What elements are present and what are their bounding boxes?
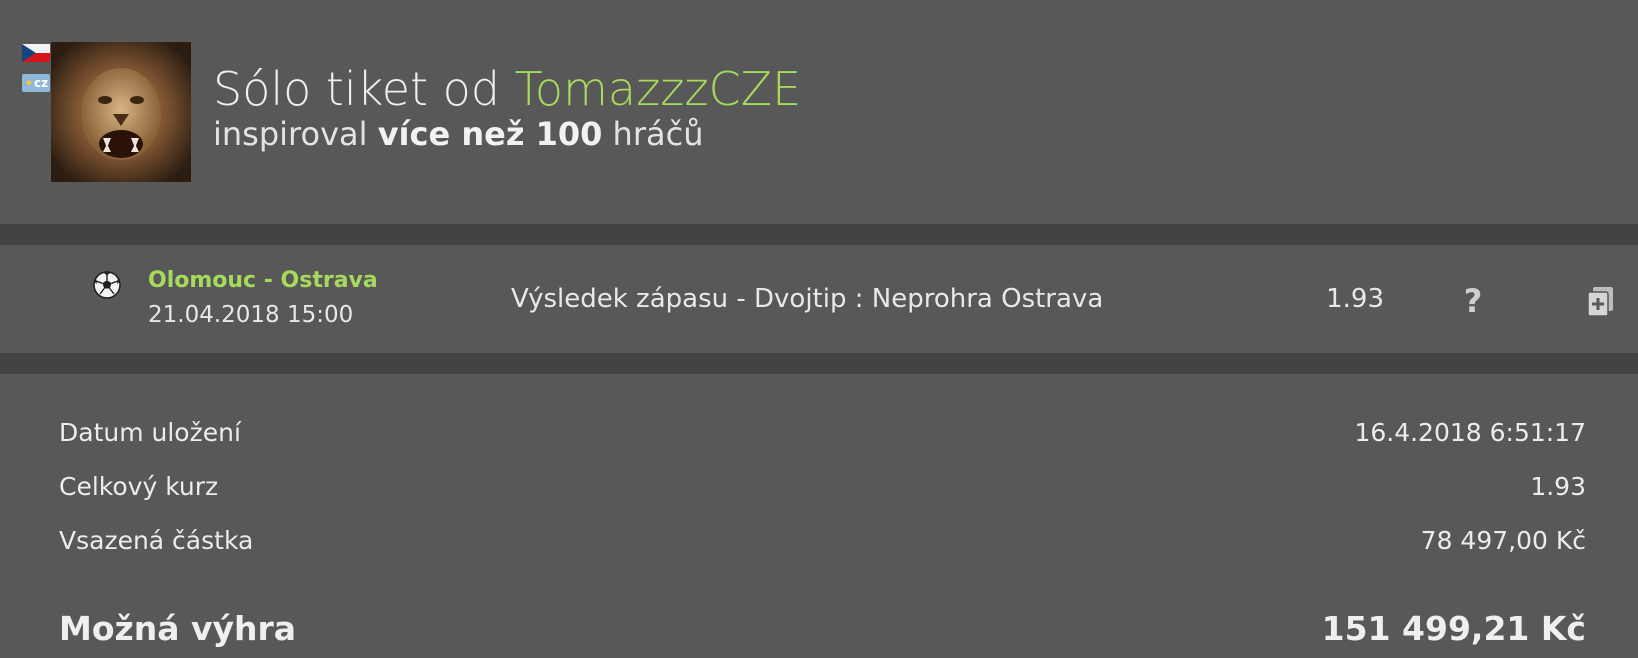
match-datetime: 21.04.2018 15:00	[148, 302, 354, 328]
country-badge: ✦cz	[22, 74, 50, 92]
total-odds-label: Celkový kurz	[59, 472, 219, 501]
ticket-header: ✦cz Sólo tiket od TomazzzCZE inspiroval …	[0, 0, 1638, 224]
help-icon[interactable]: ?	[1458, 283, 1488, 319]
inspired-count: inspiroval více než 100 hráčů	[213, 115, 704, 153]
czech-flag-icon	[22, 44, 50, 62]
ticket-title: Sólo tiket od TomazzzCZE	[213, 58, 801, 120]
saved-date-label: Datum uložení	[59, 418, 241, 447]
total-odds-value: 1.93	[1530, 472, 1586, 501]
possible-win-value: 151 499,21 Kč	[1321, 609, 1586, 648]
bet-description: Výsledek zápasu - Dvojtip : Neprohra Ost…	[511, 284, 1104, 314]
soccer-ball-icon	[93, 271, 121, 299]
match-name[interactable]: Olomouc - Ostrava	[148, 268, 378, 293]
possible-win-label: Možná výhra	[59, 609, 297, 648]
stake-label: Vsazená částka	[59, 526, 254, 555]
saved-date-value: 16.4.2018 6:51:17	[1354, 418, 1586, 447]
stake-value: 78 497,00 Kč	[1420, 526, 1586, 555]
section-divider	[0, 224, 1638, 245]
copy-ticket-icon[interactable]	[1586, 286, 1616, 318]
lion-avatar-image	[51, 42, 191, 182]
avatar[interactable]	[51, 42, 191, 182]
bet-odds: 1.93	[1326, 284, 1384, 314]
section-divider	[0, 353, 1638, 374]
username-link[interactable]: TomazzzCZE	[515, 62, 802, 116]
title-prefix: Sólo tiket od	[213, 62, 501, 116]
